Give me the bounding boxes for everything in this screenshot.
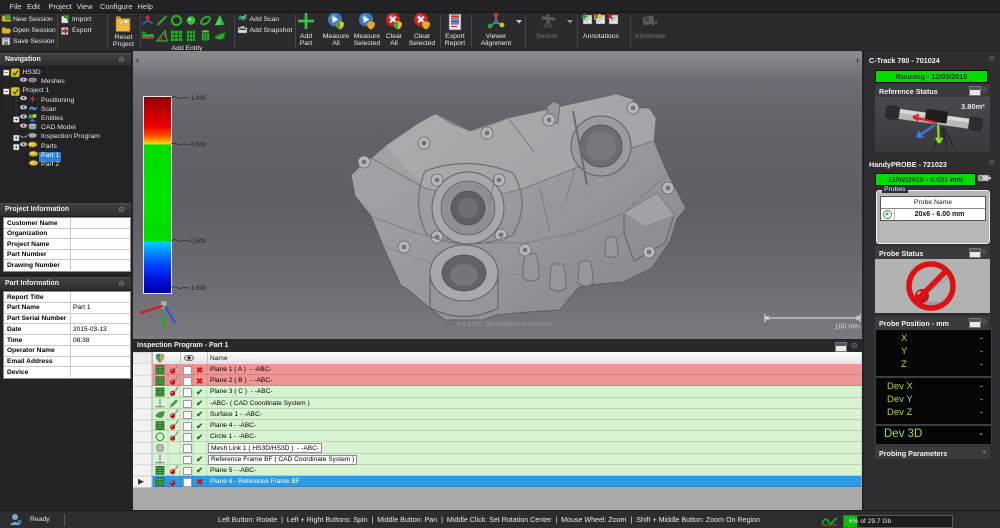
svg-text:0.500: 0.500 [191, 143, 207, 149]
svg-text:-0.500: -0.500 [189, 239, 207, 245]
svg-text:100 mm: 100 mm [835, 324, 860, 331]
svg-text:-1.000: -1.000 [189, 286, 207, 292]
svg-text:3.80m²: 3.80m² [961, 102, 985, 111]
svg-text:1.000: 1.000 [191, 96, 207, 102]
